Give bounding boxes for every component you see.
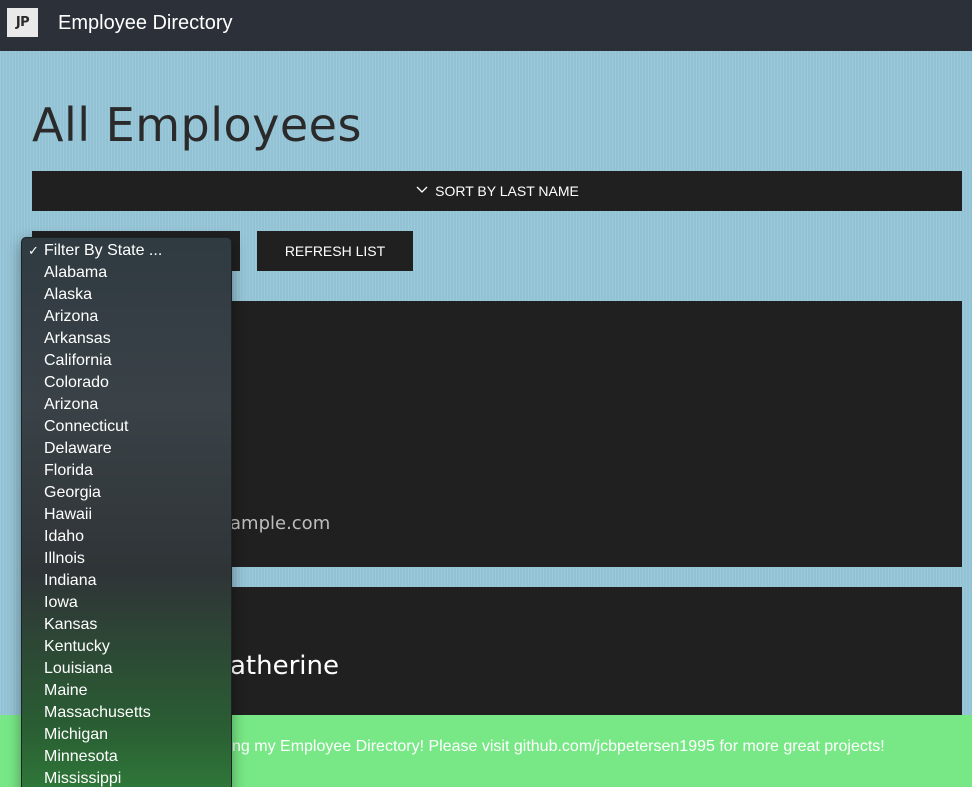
dropdown-option[interactable]: Alabama — [44, 262, 107, 284]
dropdown-option[interactable]: Illnois — [44, 548, 85, 570]
dropdown-option[interactable]: Arizona — [44, 306, 98, 328]
dropdown-option[interactable]: Kentucky — [44, 636, 110, 658]
employee-name: atherine — [230, 651, 339, 681]
dropdown-option[interactable]: Massachusetts — [44, 702, 151, 724]
dropdown-option[interactable]: Arkansas — [44, 328, 111, 350]
dropdown-option[interactable]: Florida — [44, 460, 93, 482]
sort-button-label: SORT BY LAST NAME — [435, 183, 579, 199]
checkmark-icon: ✓ — [28, 243, 39, 258]
dropdown-option[interactable]: Maine — [44, 680, 88, 702]
dropdown-option[interactable]: Georgia — [44, 482, 101, 504]
refresh-list-button[interactable]: REFRESH LIST — [257, 231, 413, 271]
logo[interactable]: JP — [7, 8, 38, 37]
employee-email: ample.com — [230, 513, 331, 534]
dropdown-option[interactable]: Arizona — [44, 394, 98, 416]
dropdown-option[interactable]: Colorado — [44, 372, 109, 394]
dropdown-option-selected[interactable]: Filter By State ... — [44, 240, 162, 262]
dropdown-option[interactable]: Kansas — [44, 614, 97, 636]
state-dropdown-menu[interactable]: ✓ Filter By State ... Alabama Alaska Ari… — [21, 237, 232, 787]
chevron-down-icon — [416, 186, 428, 193]
dropdown-option[interactable]: California — [44, 350, 112, 372]
dropdown-option[interactable]: Hawaii — [44, 504, 92, 526]
navbar: JP Employee Directory — [0, 0, 972, 51]
dropdown-option[interactable]: Alaska — [44, 284, 92, 306]
dropdown-option[interactable]: Michigan — [44, 724, 108, 746]
page-title: All Employees — [32, 98, 362, 152]
navbar-brand[interactable]: Employee Directory — [58, 12, 233, 35]
dropdown-option[interactable]: Iowa — [44, 592, 78, 614]
dropdown-option[interactable]: Delaware — [44, 438, 112, 460]
footer-text: ng my Employee Directory! Please visit g… — [232, 738, 885, 755]
refresh-button-label: REFRESH LIST — [284, 243, 386, 259]
sort-by-last-name-button[interactable]: SORT BY LAST NAME — [32, 171, 962, 211]
dropdown-option[interactable]: Mississippi — [44, 768, 121, 787]
dropdown-option[interactable]: Louisiana — [44, 658, 113, 680]
dropdown-option[interactable]: Indiana — [44, 570, 97, 592]
dropdown-option[interactable]: Idaho — [44, 526, 84, 548]
dropdown-option[interactable]: Connecticut — [44, 416, 129, 438]
dropdown-option[interactable]: Minnesota — [44, 746, 118, 768]
